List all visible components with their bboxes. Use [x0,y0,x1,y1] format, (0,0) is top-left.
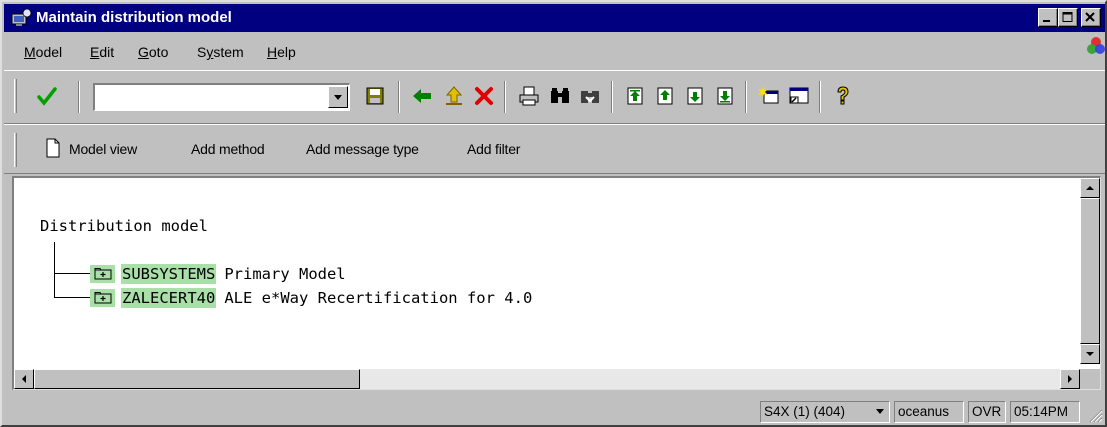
chevron-down-icon [334,95,342,100]
scroll-right-button[interactable] [1060,369,1080,389]
toolbar-separator [78,81,80,113]
horizontal-scrollbar[interactable] [14,369,1080,389]
scroll-down-button[interactable] [1080,344,1100,364]
menu-edit[interactable]: Edit [90,43,114,61]
node-key[interactable]: ZALECERT40 [121,288,217,308]
standard-toolbar [4,70,1105,124]
status-bar: S4X (1) (404) oceanus OVR 05:14PM [4,398,1105,425]
distribution-model-tree: Distribution model SUBSYSTEMS Primary Mo… [14,178,1080,364]
vertical-scroll-thumb[interactable] [1080,198,1100,344]
add-method-button[interactable]: Add method [191,140,265,158]
toolbar-grip[interactable] [14,79,17,113]
previous-page-icon[interactable] [652,83,678,109]
menu-model[interactable]: Model [24,43,62,61]
server-field: oceanus [894,401,964,423]
enter-check-icon[interactable] [34,83,60,109]
scroll-up-button[interactable] [1080,178,1100,198]
resize-grip-icon[interactable] [1089,409,1103,423]
tree-node[interactable]: SUBSYSTEMS Primary Model [90,264,346,284]
menu-help[interactable]: Help [267,43,296,61]
tree-root[interactable]: Distribution model [40,216,208,236]
system-info: S4X (1) (404) [764,404,846,419]
system-info-field[interactable]: S4X (1) (404) [760,401,890,423]
sap-logo-icon [1086,36,1106,56]
command-dropdown-button[interactable] [328,86,348,108]
close-button[interactable] [1081,8,1101,27]
time-field: 05:14PM [1010,401,1080,423]
arrow-left-icon [22,375,26,383]
arrow-right-icon [1068,375,1072,383]
window-title: Maintain distribution model [36,9,232,26]
vertical-scrollbar[interactable] [1080,178,1100,364]
title-bar[interactable]: Maintain distribution model [4,4,1105,32]
tree-panel: Distribution model SUBSYSTEMS Primary Mo… [12,176,1101,390]
folder-expand-icon[interactable] [90,265,115,283]
cancel-icon[interactable] [471,83,497,109]
toolbar-separator [398,81,400,113]
find-next-icon[interactable] [577,83,603,109]
document-icon [45,138,63,160]
toolbar-separator [504,81,506,113]
toolbar-separator [819,81,821,113]
toolbar-separator [745,81,747,113]
save-icon[interactable] [362,83,388,109]
tree-connector [54,297,90,298]
command-field[interactable] [93,83,350,111]
arrow-up-icon [1086,186,1094,190]
first-page-icon[interactable] [622,83,648,109]
print-icon[interactable] [516,83,542,109]
folder-expand-icon[interactable] [90,289,115,307]
help-icon[interactable] [830,83,856,109]
add-message-type-button[interactable]: Add message type [306,140,419,158]
application-toolbar: Model view Add method Add message type A… [4,124,1105,174]
node-description: Primary Model [224,265,346,283]
find-icon[interactable] [547,83,573,109]
insert-mode-field[interactable]: OVR [968,401,1006,423]
arrow-down-icon [1086,352,1094,356]
sap-gui-icon [10,8,32,28]
maximize-button[interactable] [1058,8,1078,27]
node-key[interactable]: SUBSYSTEMS [121,264,217,284]
toolbar-separator [611,81,613,113]
last-page-icon[interactable] [712,83,738,109]
scroll-left-button[interactable] [14,369,34,389]
scrollbar-corner [1080,369,1100,389]
model-view-label: Model view [69,141,138,157]
sap-window: Maintain distribution model Model Edit G… [0,0,1107,427]
create-session-icon[interactable] [756,83,782,109]
tree-node[interactable]: ZALECERT40 ALE e*Way Recertification for… [90,288,532,308]
minimize-button[interactable] [1038,8,1058,27]
tree-connector [54,273,90,274]
command-input[interactable] [95,85,320,109]
toolbar-grip[interactable] [14,133,17,167]
chevron-down-icon [876,409,884,414]
menu-system[interactable]: System [197,43,244,61]
exit-icon[interactable] [441,83,467,109]
horizontal-scroll-thumb[interactable] [34,369,360,389]
menu-goto[interactable]: Goto [138,43,168,61]
add-filter-button[interactable]: Add filter [467,140,520,158]
tree-connector [54,242,55,298]
next-page-icon[interactable] [682,83,708,109]
back-icon[interactable] [409,83,435,109]
menu-bar: Model Edit Goto System Help [4,34,1105,68]
shortcut-icon[interactable] [786,83,812,109]
node-description: ALE e*Way Recertification for 4.0 [224,289,533,307]
